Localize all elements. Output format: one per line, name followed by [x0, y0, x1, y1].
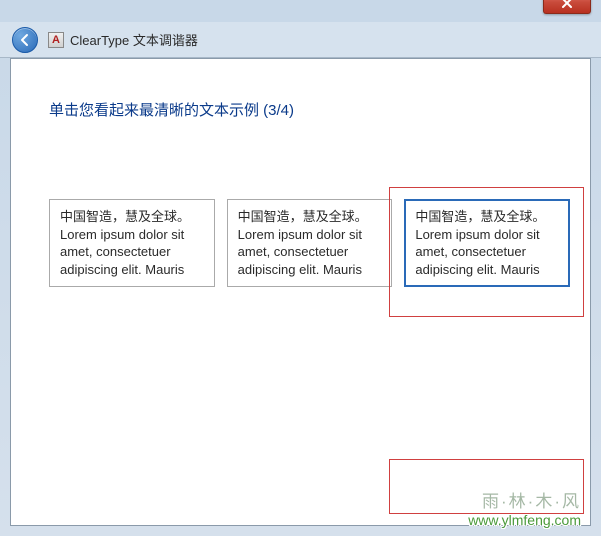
- sample-text-cn: 中国智造，慧及全球。: [238, 209, 368, 224]
- sample-text-cn: 中国智造，慧及全球。: [60, 209, 190, 224]
- close-icon: [561, 0, 573, 9]
- app-icon-letter: A: [52, 34, 60, 46]
- app-icon: A: [48, 32, 64, 48]
- content-area: 单击您看起来最清晰的文本示例 (3/4) 中国智造，慧及全球。 Lorem ip…: [10, 58, 591, 526]
- text-sample-1[interactable]: 中国智造，慧及全球。 Lorem ipsum dolor sit amet, c…: [49, 199, 215, 287]
- sample-text-en: Lorem ipsum dolor sit amet, consectetuer…: [238, 227, 362, 277]
- annotation-highlight-icon: [389, 459, 584, 514]
- sample-text-cn: 中国智造，慧及全球。: [415, 209, 545, 224]
- instruction-heading: 单击您看起来最清晰的文本示例 (3/4): [49, 99, 294, 120]
- text-sample-3[interactable]: 中国智造，慧及全球。 Lorem ipsum dolor sit amet, c…: [404, 199, 570, 287]
- sample-list: 中国智造，慧及全球。 Lorem ipsum dolor sit amet, c…: [49, 199, 570, 287]
- text-sample-2[interactable]: 中国智造，慧及全球。 Lorem ipsum dolor sit amet, c…: [227, 199, 393, 287]
- close-button[interactable]: [543, 0, 591, 14]
- window-title: ClearType 文本调谐器: [70, 30, 198, 49]
- back-button[interactable]: [12, 27, 38, 53]
- sample-text-en: Lorem ipsum dolor sit amet, consectetuer…: [60, 227, 184, 277]
- arrow-left-icon: [18, 33, 32, 47]
- sample-text-en: Lorem ipsum dolor sit amet, consectetuer…: [415, 227, 539, 277]
- title-bar: A ClearType 文本调谐器: [0, 22, 601, 58]
